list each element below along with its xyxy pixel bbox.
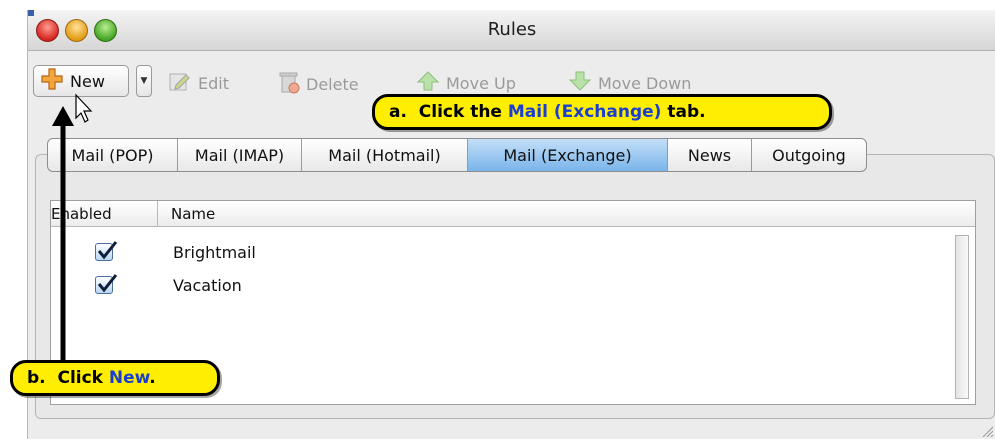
callout-a-highlight: Mail (Exchange) bbox=[507, 102, 662, 122]
callout-b-suffix: . bbox=[149, 368, 156, 388]
callout-b: b. Click New. bbox=[10, 360, 220, 396]
callout-a-prefix: a. Click the bbox=[389, 102, 508, 122]
callout-a-suffix: tab. bbox=[661, 102, 706, 122]
mouse-cursor-icon bbox=[75, 93, 93, 123]
arrowhead-icon bbox=[52, 106, 74, 126]
callout-a: a. Click the Mail (Exchange) tab. bbox=[372, 94, 832, 130]
callout-b-prefix: b. Click bbox=[27, 368, 109, 388]
callout-b-highlight: New bbox=[108, 368, 150, 388]
